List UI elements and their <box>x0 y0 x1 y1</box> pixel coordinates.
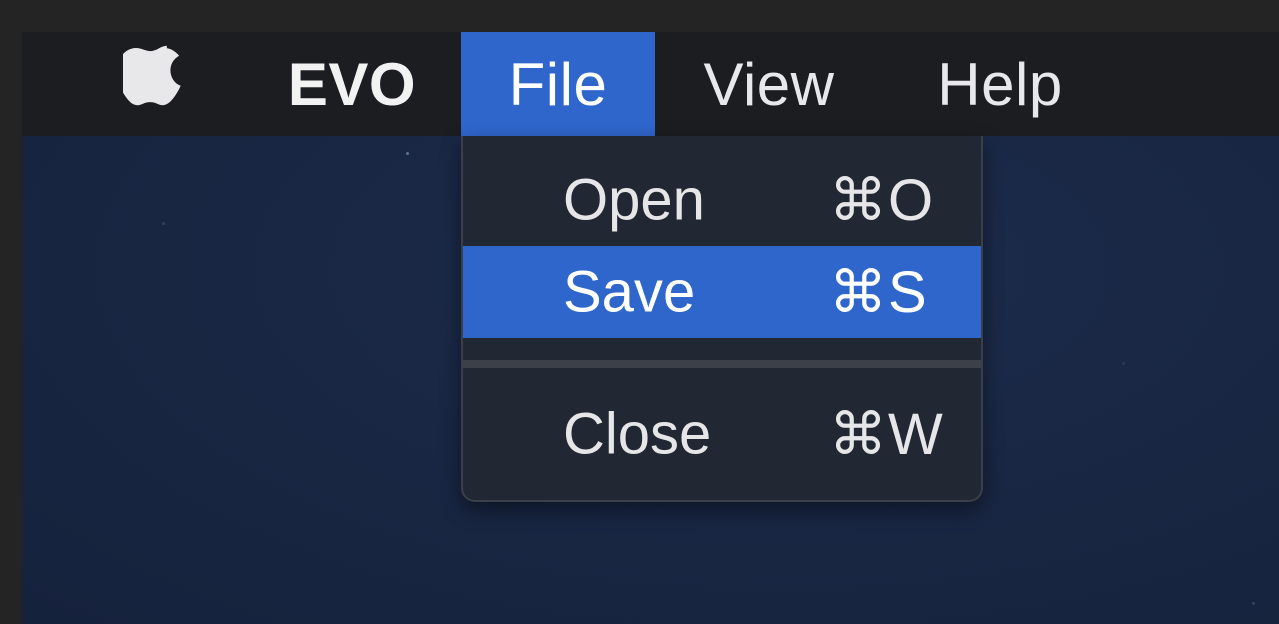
menu-item-close[interactable]: Close ⌘W <box>463 388 981 480</box>
menu-item-close-shortcut: ⌘W <box>829 402 944 467</box>
app-menu-evo[interactable]: EVO <box>272 32 432 136</box>
menu-item-open-shortcut: ⌘O <box>829 168 935 233</box>
menu-item-save[interactable]: Save ⌘S <box>463 246 981 338</box>
menu-item-save-shortcut: ⌘S <box>829 260 928 325</box>
file-dropdown-menu: Open ⌘O Save ⌘S Close ⌘W <box>461 136 983 502</box>
apple-logo-icon <box>123 45 185 123</box>
screen-frame: EVO File View Help Open ⌘O Save ⌘S Close… <box>0 0 1279 624</box>
apple-menu[interactable] <box>114 32 194 136</box>
desktop: EVO File View Help Open ⌘O Save ⌘S Close… <box>22 32 1279 624</box>
menu-item-close-label: Close <box>563 401 712 467</box>
menu-file[interactable]: File <box>461 32 655 136</box>
menu-help-label: Help <box>937 50 1063 118</box>
star-dot <box>1252 602 1255 605</box>
menu-help[interactable]: Help <box>925 32 1075 136</box>
app-name-label: EVO <box>287 50 417 118</box>
star-dot <box>162 222 165 225</box>
menu-view[interactable]: View <box>694 32 844 136</box>
menu-view-label: View <box>703 50 835 118</box>
menu-separator <box>463 360 981 368</box>
star-dot <box>1122 362 1125 365</box>
menu-item-open-label: Open <box>563 167 705 233</box>
menu-file-label: File <box>508 50 608 118</box>
star-dot <box>406 152 409 155</box>
menu-item-open[interactable]: Open ⌘O <box>463 154 981 246</box>
menu-item-save-label: Save <box>563 259 696 325</box>
menu-bar: EVO File View Help <box>22 32 1279 136</box>
